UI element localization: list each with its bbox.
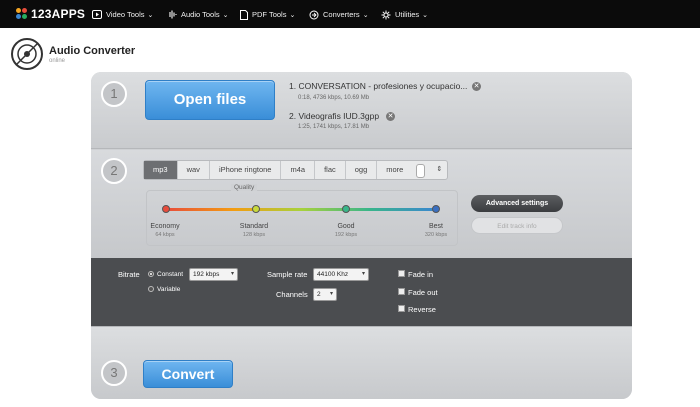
channels-select[interactable]: 2 ▾ (313, 288, 337, 301)
quality-name: Standard (239, 223, 269, 230)
bitrate-constant-label: Constant (157, 271, 184, 278)
file-meta: 0:18, 4736 kbps, 10.69 Mb (298, 95, 370, 101)
page-title: Audio Converter (49, 45, 136, 57)
sample-rate-select[interactable]: 44100 Khz ▾ (313, 268, 369, 281)
bitrate-variable-label: Variable (157, 286, 181, 293)
quality-dot-good[interactable] (342, 205, 350, 213)
open-files-button[interactable]: Open files (145, 80, 275, 120)
remove-file-icon[interactable]: ✕ (472, 82, 481, 91)
page-subtitle: online (49, 58, 66, 64)
logo[interactable]: 123APPS (16, 7, 85, 21)
sample-rate-value: 44100 Khz (317, 271, 349, 278)
audio-converter-icon (11, 38, 43, 70)
sample-rate-label: Sample rate (267, 270, 308, 279)
dropdown-arrow-icon: ▾ (361, 271, 365, 277)
gear-icon (381, 10, 391, 19)
nav-item-pdf-tools[interactable]: PDF Tools ⌄ (240, 8, 295, 21)
quality-kbps: 64 kbps (155, 232, 175, 238)
step-convert: 3 Convert (91, 326, 632, 399)
nav-label: PDF Tools (252, 10, 287, 19)
video-icon (92, 10, 102, 19)
quality-name: Best (428, 223, 443, 230)
document-icon (240, 9, 248, 20)
quality-name: Good (337, 223, 355, 230)
quality-name: Economy (150, 223, 180, 230)
quality-kbps: 192 kbps (334, 232, 358, 238)
audio-wave-icon (169, 10, 177, 19)
nav-item-audio-tools[interactable]: Audio Tools ⌄ (167, 8, 229, 21)
bitrate-label: Bitrate (118, 270, 140, 279)
bitrate-select[interactable]: 192 kbps ▾ (189, 268, 238, 281)
fade-in-label: Fade in (408, 270, 434, 279)
chevron-down-icon: ⌄ (289, 11, 296, 19)
chevron-down-icon: ⌄ (222, 11, 229, 19)
step-number-3: 3 (101, 360, 127, 386)
quality-label: Quality (231, 184, 258, 191)
nav-label: Utilities (395, 10, 420, 19)
quality-dot-standard[interactable] (252, 205, 260, 213)
nav-item-converters[interactable]: Converters ⌄ (309, 8, 369, 21)
step-number-1: 1 (101, 81, 127, 107)
channels-label: Channels (276, 290, 308, 299)
quality-kbps: 320 kbps (424, 232, 448, 238)
nav-label: Converters (323, 10, 360, 19)
top-nav: 123APPS Video Tools ⌄ Audio Tools ⌄ PDF To… (0, 0, 700, 28)
fade-out-checkbox[interactable] (398, 288, 405, 295)
convert-icon (309, 10, 319, 19)
edit-track-info-button[interactable]: Edit track info (471, 217, 563, 234)
logo-text: 123APPS (31, 7, 86, 21)
nav-item-video-tools[interactable]: Video Tools ⌄ (92, 8, 153, 21)
quality-slider-track[interactable] (165, 208, 437, 211)
dropdown-arrow-icon: ▾ (329, 291, 333, 297)
reverse-label: Reverse (408, 305, 436, 314)
bitrate-value: 192 kbps (193, 271, 220, 278)
file-meta: 1:25, 1741 kbps, 17.81 Mb (298, 124, 370, 130)
logo-dots-icon (16, 8, 28, 20)
fade-out-label: Fade out (408, 288, 438, 297)
step-open-files: 1 Open files 1. CONVERSATION - profesion… (91, 72, 632, 149)
advanced-settings-panel: Bitrate Constant Variable 192 kbps ▾ Sam… (91, 258, 632, 326)
channels-value: 2 (317, 291, 321, 298)
nav-item-utilities[interactable]: Utilities ⌄ (381, 8, 428, 21)
bitrate-constant-radio[interactable] (148, 271, 154, 277)
nav-label: Audio Tools (181, 10, 220, 19)
advanced-settings-button[interactable]: Advanced settings (471, 195, 563, 212)
chevron-down-icon: ⌄ (147, 11, 154, 19)
file-name: 2. Videografis IUD.3gpp (289, 111, 380, 121)
chevron-down-icon: ⌄ (362, 11, 369, 19)
dropdown-arrow-icon: ▾ (230, 271, 234, 277)
remove-file-icon[interactable]: ✕ (386, 112, 395, 121)
quality-dot-best[interactable] (432, 205, 440, 213)
quality-kbps: 128 kbps (242, 232, 266, 238)
chevron-down-icon: ⌄ (422, 11, 429, 19)
nav-label: Video Tools (106, 10, 145, 19)
file-name: 1. CONVERSATION - profesiones y ocupacio… (289, 81, 468, 91)
bitrate-variable-radio[interactable] (148, 286, 154, 292)
quality-dot-economy[interactable] (162, 205, 170, 213)
fade-in-checkbox[interactable] (398, 270, 405, 277)
reverse-checkbox[interactable] (398, 305, 405, 312)
convert-button[interactable]: Convert (143, 360, 233, 388)
